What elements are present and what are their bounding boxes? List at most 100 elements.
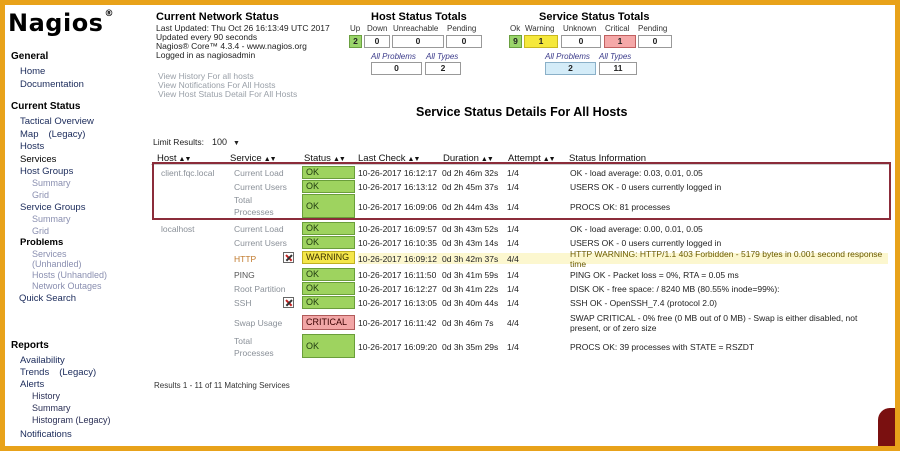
limit-results-select[interactable]: 100: [212, 137, 227, 147]
row-4-service[interactable]: Current Users: [234, 238, 287, 248]
host-all-problems-label[interactable]: All Problems: [371, 52, 416, 61]
row-9-service[interactable]: Swap Usage: [234, 318, 282, 328]
row-5-attempt: 4/4: [507, 254, 519, 264]
row-3-host[interactable]: localhost: [161, 224, 195, 234]
row-5-duration: 0d 3h 42m 37s: [442, 254, 499, 264]
host-totals-header-pending[interactable]: Pending: [447, 24, 476, 33]
sidebar-link-alerts-summary[interactable]: Summary: [32, 403, 71, 413]
sidebar-link-host-groups-summary[interactable]: Summary: [32, 178, 71, 188]
service-totals-title: Service Status Totals: [539, 11, 650, 23]
row-3-service[interactable]: Current Load: [234, 224, 284, 234]
sidebar-link-problems-services-unhandled[interactable]: (Unhandled): [32, 259, 82, 269]
sidebar-link-service-groups-grid[interactable]: Grid: [32, 226, 49, 236]
host-totals-header-down[interactable]: Down: [367, 24, 387, 33]
host-totals-up[interactable]: 2: [349, 35, 362, 48]
row-5-service[interactable]: HTTP: [234, 254, 256, 264]
service-totals-pending[interactable]: 0: [638, 35, 672, 48]
sidebar-link-tactical-overview[interactable]: Tactical Overview: [20, 116, 94, 127]
service-totals-header-pending[interactable]: Pending: [638, 24, 667, 33]
row-5-info: HTTP WARNING: HTTP/1.1 403 Forbidden - 5…: [570, 249, 883, 269]
row-6-status: OK: [302, 268, 355, 281]
row-5-status: WARNING: [302, 251, 355, 264]
row-7-attempt: 1/4: [507, 284, 519, 294]
chevron-down-icon[interactable]: ▼: [233, 140, 240, 147]
row-6-last-check: 10-26-2017 16:11:50: [358, 270, 437, 280]
sidebar-link-notifications[interactable]: Notifications: [20, 429, 72, 440]
row-8-status: OK: [302, 296, 355, 309]
sidebar-link-alerts-histogram[interactable]: Histogram (Legacy): [32, 415, 111, 425]
host-totals-down[interactable]: 0: [364, 35, 390, 48]
row-8-attempt: 1/4: [507, 298, 519, 308]
row-10-duration: 0d 3h 35m 29s: [442, 342, 499, 352]
service-totals-warning[interactable]: 1: [524, 35, 558, 48]
sidebar-link-alerts-history[interactable]: History: [32, 391, 60, 401]
service-totals-critical[interactable]: 1: [604, 35, 636, 48]
row-9-last-check: 10-26-2017 16:11:42: [358, 318, 437, 328]
nagios-logo[interactable]: Nagios®: [8, 9, 114, 37]
service-all-types-label[interactable]: All Types: [599, 52, 631, 61]
service-totals-ok[interactable]: 9: [509, 35, 522, 48]
sidebar-link-problems-hosts-unhandled[interactable]: Hosts (Unhandled): [32, 270, 107, 280]
sidebar-heading-general: General: [11, 51, 49, 62]
sidebar-link-service-groups[interactable]: Service Groups: [20, 202, 85, 213]
row-9-info: SWAP CRITICAL - 0% free (0 MB out of 0 M…: [570, 313, 858, 333]
row-4-info: USERS OK - 0 users currently logged in: [570, 238, 722, 248]
host-totals-header-up[interactable]: Up: [350, 24, 360, 33]
sidebar-link-host-groups[interactable]: Host Groups: [20, 166, 73, 177]
sidebar-link-problems-services[interactable]: Services: [32, 249, 67, 259]
host-totals-header-unreachable[interactable]: Unreachable: [393, 24, 438, 33]
service-all-types-count[interactable]: 11: [599, 62, 637, 75]
results-count: Results 1 - 11 of 11 Matching Services: [154, 381, 290, 390]
row-8-info: SSH OK - OpenSSH_7.4 (protocol 2.0): [570, 298, 717, 308]
row-4-status: OK: [302, 236, 355, 249]
sidebar-link-alerts[interactable]: Alerts: [20, 379, 44, 390]
row-10-status: OK: [302, 334, 355, 358]
sidebar-link-hosts[interactable]: Hosts: [20, 141, 44, 152]
nagios-window: Nagios® General Home Documentation Curre…: [5, 5, 895, 446]
row-10-service[interactable]: Total Processes: [234, 335, 284, 359]
sidebar-link-network-outages[interactable]: Network Outages: [32, 281, 102, 291]
service-totals-header-unknown[interactable]: Unknown: [563, 24, 596, 33]
logged-in-text: Logged in as nagiosadmin: [156, 50, 256, 60]
sidebar-link-host-groups-grid[interactable]: Grid: [32, 190, 49, 200]
link-view-host-detail[interactable]: View Host Status Detail For All Hosts: [158, 89, 297, 99]
page-title: Service Status Details For All Hosts: [416, 105, 628, 119]
row-6-info: PING OK - Packet loss = 0%, RTA = 0.05 m…: [570, 270, 739, 280]
row-4-last-check: 10-26-2017 16:10:35: [358, 238, 437, 248]
row-6-service[interactable]: PING: [234, 270, 255, 280]
row-7-status: OK: [302, 282, 355, 295]
row-8-service[interactable]: SSH: [234, 298, 251, 308]
row-10-info: PROCS OK: 39 processes with STATE = RSZD…: [570, 342, 755, 352]
service-all-problems-label[interactable]: All Problems: [545, 52, 590, 61]
sidebar-link-quick-search[interactable]: Quick Search: [19, 293, 76, 304]
row-9-status: CRITICAL: [302, 315, 355, 330]
sidebar-link-service-groups-summary[interactable]: Summary: [32, 214, 71, 224]
sidebar-link-documentation[interactable]: Documentation: [20, 79, 84, 90]
service-totals-unknown[interactable]: 0: [561, 35, 601, 48]
host-totals-unreachable[interactable]: 0: [392, 35, 444, 48]
row-7-service[interactable]: Root Partition: [234, 284, 286, 294]
row-10-last-check: 10-26-2017 16:09:20: [358, 342, 437, 352]
sidebar-link-services[interactable]: Services: [20, 154, 56, 165]
sidebar-link-trends[interactable]: Trends (Legacy): [20, 367, 96, 378]
service-totals-header-critical[interactable]: Critical: [605, 24, 629, 33]
sidebar-link-home[interactable]: Home: [20, 66, 45, 77]
row-7-info: DISK OK - free space: / 8240 MB (80.55% …: [570, 284, 780, 294]
host-all-types-count[interactable]: 2: [425, 62, 461, 75]
host-all-types-label[interactable]: All Types: [426, 52, 458, 61]
sidebar-link-map[interactable]: Map (Legacy): [20, 129, 85, 140]
row-6-duration: 0d 3h 41m 59s: [442, 270, 499, 280]
no-notifications-icon[interactable]: [283, 252, 294, 263]
host-all-problems-count[interactable]: 0: [371, 62, 422, 75]
service-all-problems-count[interactable]: 2: [545, 62, 596, 75]
row-9-duration: 0d 3h 46m 7s: [442, 318, 494, 328]
host-totals-pending[interactable]: 0: [446, 35, 482, 48]
service-totals-header-ok[interactable]: Ok: [510, 24, 520, 33]
no-notifications-icon[interactable]: [283, 297, 294, 308]
row-3-last-check: 10-26-2017 16:09:57: [358, 224, 437, 234]
sidebar-link-problems[interactable]: Problems: [20, 237, 63, 248]
sidebar-link-availability[interactable]: Availability: [20, 355, 65, 366]
limit-results-label: Limit Results:: [153, 137, 205, 147]
sidebar-heading-current-status: Current Status: [11, 101, 81, 112]
service-totals-header-warning[interactable]: Warning: [525, 24, 555, 33]
